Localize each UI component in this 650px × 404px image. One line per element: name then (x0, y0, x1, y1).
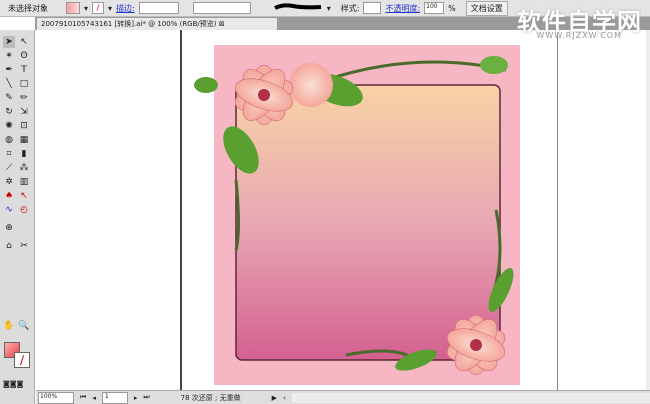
document-setup-button[interactable]: 文档设置 (465, 0, 508, 16)
scroll-left-icon[interactable]: ‹ (283, 394, 286, 402)
chevron-down-icon[interactable]: ▾ (84, 4, 88, 13)
shape-builder-icon[interactable]: ◍ (3, 134, 15, 146)
tools-panel: ➤ ↖ ✶ ʘ ✒ T ╲ □ ✎ ✏ ↻ ⇲ ✺ ⊡ ◍ ▦ ⌗ ▮ ⟋ ⁂ … (0, 30, 35, 404)
opacity-link[interactable]: 不透明度: (385, 3, 420, 14)
blend-icon[interactable]: ⁂ (18, 162, 30, 174)
status-menu-icon[interactable]: ▶ (272, 394, 277, 402)
gradient-icon[interactable]: ▮ (18, 148, 30, 160)
line-icon[interactable]: ╲ (3, 78, 15, 90)
eraser-icon[interactable]: ⌂ (3, 240, 15, 252)
artboard-icon[interactable]: ◴ (18, 204, 30, 216)
scissors-icon[interactable]: ✂ (18, 240, 30, 252)
perspective-icon[interactable]: ▦ (18, 134, 30, 146)
brush-definition[interactable] (273, 2, 323, 14)
symbol-sprayer-icon[interactable]: ✲ (3, 176, 15, 188)
percent-label: % (448, 3, 456, 13)
watermark-url: WWW.RJZXW.COM (536, 31, 622, 40)
next-artboard-icon[interactable]: ▸ (134, 394, 138, 402)
close-icon[interactable]: ⊠ (219, 20, 225, 28)
selection-tool-icon[interactable]: ➤ (3, 36, 15, 48)
direct-selection-icon[interactable]: ↖ (18, 36, 30, 48)
lasso-icon[interactable]: ʘ (18, 50, 30, 62)
warp-icon[interactable]: ✺ (3, 120, 15, 132)
canvas[interactable] (36, 30, 650, 390)
hand-icon[interactable]: ✋ (3, 320, 15, 332)
artboard-dropdown[interactable]: 1 (101, 391, 128, 404)
zoom-dropdown[interactable]: 100% (38, 391, 74, 404)
document-title: 2007910105743161 [转换].ai* @ 100% (RGB/预览… (41, 20, 217, 28)
chevron-down-icon[interactable]: ▾ (327, 4, 331, 13)
document-tab[interactable]: 2007910105743161 [转换].ai* @ 100% (RGB/预览… (37, 18, 277, 30)
first-artboard-icon[interactable]: ⏮ (80, 393, 86, 402)
opacity-field[interactable]: 100 (424, 2, 445, 14)
mesh-icon[interactable]: ⌗ (3, 148, 15, 160)
width-icon[interactable]: ∿ (3, 204, 15, 216)
variable-width-field[interactable] (192, 2, 251, 14)
status-info[interactable]: 78 次还原 ; 无重做 (156, 393, 266, 403)
chevron-down-icon[interactable]: ▾ (108, 4, 112, 13)
horizontal-scrollbar[interactable] (291, 392, 650, 403)
graph-icon[interactable]: ▥ (18, 176, 30, 188)
prev-artboard-icon[interactable]: ◂ (92, 394, 96, 402)
stroke-swatch[interactable]: ∕ (92, 2, 105, 14)
style-dropdown[interactable] (363, 2, 382, 14)
style-label: 样式: (340, 3, 360, 13)
rectangle-icon[interactable]: □ (18, 78, 30, 90)
flower-frame-artwork (194, 45, 520, 385)
free-transform-icon[interactable]: ⊡ (18, 120, 30, 132)
stroke-color-swatch[interactable]: ∕ (14, 352, 30, 368)
slice-icon[interactable]: ⊕ (3, 222, 15, 234)
live-paint-select-icon[interactable]: ↖ (18, 190, 30, 202)
gradient-panel (235, 84, 501, 361)
type-icon[interactable]: T (18, 64, 30, 76)
pen-icon[interactable]: ✒ (3, 64, 15, 76)
stroke-weight-field[interactable] (138, 2, 179, 14)
live-paint-icon[interactable]: ♠ (3, 190, 15, 202)
selection-status: 未选择对象 (8, 3, 48, 13)
status-bar: 100% ⏮ ◂ 1 ▸ ⏭ 78 次还原 ; 无重做 ▶ ‹ (36, 390, 650, 404)
last-artboard-icon[interactable]: ⏭ (143, 393, 149, 402)
scale-icon[interactable]: ⇲ (18, 106, 30, 118)
fill-swatch[interactable] (66, 2, 80, 14)
eyedropper-icon[interactable]: ⟋ (3, 162, 15, 174)
screen-mode-icon[interactable]: ◙◙◙ (3, 380, 31, 388)
brush-icon[interactable]: ✎ (3, 92, 15, 104)
vertical-scrollbar[interactable] (646, 30, 650, 390)
zoom-icon[interactable]: 🔍 (18, 320, 30, 332)
rotate-icon[interactable]: ↻ (3, 106, 15, 118)
magic-wand-icon[interactable]: ✶ (3, 50, 15, 62)
pencil-icon[interactable]: ✏ (18, 92, 30, 104)
stroke-link[interactable]: 描边: (116, 3, 135, 14)
